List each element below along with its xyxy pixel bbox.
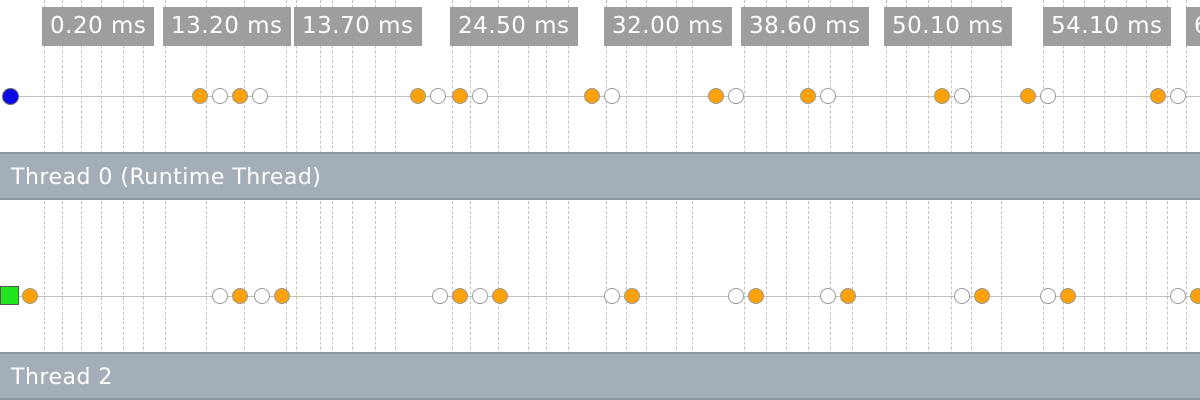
filled-event-icon[interactable]	[934, 88, 950, 104]
grid-line	[692, 0, 693, 400]
filled-event-icon[interactable]	[1020, 88, 1036, 104]
grid-line	[928, 0, 929, 400]
open-event-icon[interactable]	[604, 288, 620, 304]
filled-event-icon[interactable]	[624, 288, 640, 304]
grid-line	[606, 0, 607, 400]
filled-event-icon[interactable]	[232, 88, 248, 104]
open-event-icon[interactable]	[1040, 288, 1056, 304]
filled-event-icon[interactable]	[708, 88, 724, 104]
time-label: 0.20 ms	[42, 7, 155, 46]
grid-line	[1167, 0, 1168, 400]
grid-line	[452, 0, 453, 400]
grid-line	[1043, 0, 1044, 400]
open-event-icon[interactable]	[254, 288, 270, 304]
thread-start-square-icon[interactable]	[0, 286, 19, 305]
filled-event-icon[interactable]	[452, 88, 468, 104]
grid-line	[528, 0, 529, 400]
open-event-icon[interactable]	[954, 288, 970, 304]
open-event-icon[interactable]	[1170, 88, 1186, 104]
open-event-icon[interactable]	[728, 88, 744, 104]
open-event-icon[interactable]	[472, 288, 488, 304]
time-label: 50.10 ms	[884, 7, 1012, 46]
grid-line	[1186, 0, 1187, 400]
time-label: 24.50 ms	[450, 7, 578, 46]
grid-line	[568, 0, 569, 400]
grid-line	[971, 0, 972, 400]
open-event-icon[interactable]	[820, 88, 836, 104]
filled-event-icon[interactable]	[274, 288, 290, 304]
grid-line	[1084, 0, 1085, 400]
grid-line	[352, 0, 353, 400]
grid-line	[332, 0, 333, 400]
timeline-view[interactable]: 0.20 ms 13.20 ms 13.70 ms 24.50 ms 32.00…	[0, 0, 1200, 400]
grid-line	[786, 0, 787, 400]
open-event-icon[interactable]	[212, 88, 228, 104]
thread-0-header[interactable]: Thread 0 (Runtime Thread)	[0, 152, 1200, 200]
grid-line	[626, 0, 627, 400]
open-event-icon[interactable]	[728, 288, 744, 304]
grid-line	[951, 0, 952, 400]
thread-start-circle-icon[interactable]	[2, 88, 19, 105]
grid-line	[1001, 0, 1002, 400]
grid-line	[676, 0, 677, 400]
open-event-icon[interactable]	[432, 288, 448, 304]
open-event-icon[interactable]	[820, 288, 836, 304]
open-event-icon[interactable]	[1040, 88, 1056, 104]
filled-event-icon[interactable]	[1060, 288, 1076, 304]
grid-line	[906, 0, 907, 400]
open-event-icon[interactable]	[430, 88, 446, 104]
grid-line	[852, 0, 853, 400]
time-label: 13.70 ms	[294, 7, 422, 46]
grid-line	[546, 0, 547, 400]
open-event-icon[interactable]	[472, 88, 488, 104]
grid-line	[744, 0, 745, 400]
open-event-icon[interactable]	[252, 88, 268, 104]
filled-event-icon[interactable]	[452, 288, 468, 304]
filled-event-icon[interactable]	[974, 288, 990, 304]
grid-line	[1063, 0, 1064, 400]
filled-event-icon[interactable]	[584, 88, 600, 104]
grid-line	[808, 0, 809, 400]
time-label: 32.00 ms	[604, 7, 732, 46]
grid-line	[395, 0, 396, 400]
grid-line	[1126, 0, 1127, 400]
filled-event-icon[interactable]	[410, 88, 426, 104]
open-event-icon[interactable]	[954, 88, 970, 104]
filled-event-icon[interactable]	[748, 288, 764, 304]
thread-2-label: Thread 2	[11, 365, 113, 390]
filled-event-icon[interactable]	[800, 88, 816, 104]
filled-event-icon[interactable]	[1150, 88, 1166, 104]
open-event-icon[interactable]	[212, 288, 228, 304]
grid-line	[1146, 0, 1147, 400]
grid-line	[498, 0, 499, 400]
grid-line	[470, 0, 471, 400]
filled-event-icon[interactable]	[232, 288, 248, 304]
grid-line	[646, 0, 647, 400]
grid-line	[375, 0, 376, 400]
time-label: 6	[1186, 7, 1200, 46]
grid-line	[830, 0, 831, 400]
open-event-icon[interactable]	[604, 88, 620, 104]
thread-2-header[interactable]: Thread 2	[0, 352, 1200, 400]
filled-event-icon[interactable]	[840, 288, 856, 304]
grid-line	[886, 0, 887, 400]
thread-0-label: Thread 0 (Runtime Thread)	[11, 165, 322, 190]
filled-event-icon[interactable]	[492, 288, 508, 304]
time-label: 13.20 ms	[163, 7, 291, 46]
time-label: 38.60 ms	[741, 7, 869, 46]
grid-line	[766, 0, 767, 400]
grid-line	[1104, 0, 1105, 400]
filled-event-icon[interactable]	[1190, 288, 1200, 304]
open-event-icon[interactable]	[1170, 288, 1186, 304]
time-label: 54.10 ms	[1043, 7, 1171, 46]
filled-event-icon[interactable]	[192, 88, 208, 104]
filled-event-icon[interactable]	[22, 288, 38, 304]
